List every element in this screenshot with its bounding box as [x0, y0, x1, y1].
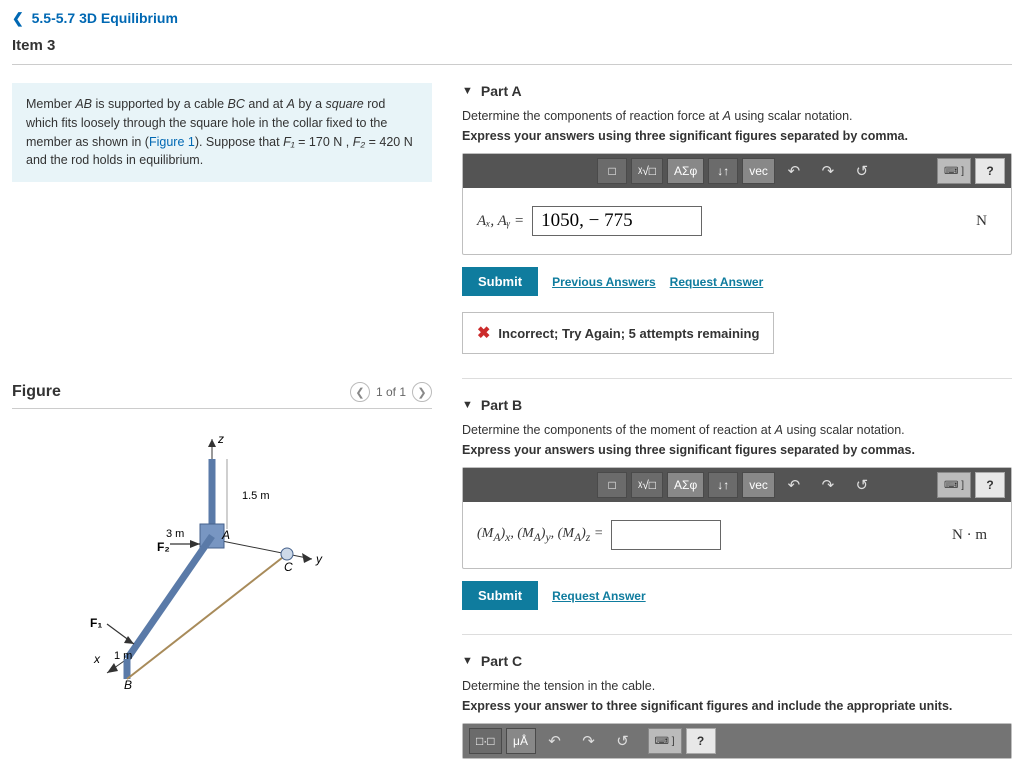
svg-text:3 m: 3 m — [166, 528, 184, 540]
svg-text:x: x — [93, 652, 101, 666]
keyboard-button[interactable]: ⌨ ] — [937, 472, 971, 498]
redo-button[interactable]: ↷ — [813, 158, 843, 184]
help-button[interactable]: ? — [975, 472, 1005, 498]
svg-text:A: A — [221, 528, 230, 542]
keyboard-button[interactable]: ⌨ ] — [937, 158, 971, 184]
divider — [12, 64, 1012, 65]
undo-button[interactable]: ↶ — [779, 158, 809, 184]
part-b-title: Part B — [481, 397, 522, 413]
caret-down-icon: ▼ — [462, 399, 473, 411]
reset-button[interactable]: ↺ — [847, 158, 877, 184]
undo-button[interactable]: ↶ — [540, 728, 570, 754]
template-button[interactable]: □ — [597, 158, 627, 184]
problem-intro: Member AB is supported by a cable BC and… — [12, 83, 432, 182]
part-a-input[interactable] — [532, 206, 702, 236]
svg-text:y: y — [315, 552, 323, 566]
part-b-label: (MA)x, (MA)y, (MA)z = — [477, 526, 603, 544]
chevron-left-icon: ❮ — [12, 10, 24, 26]
svg-text:B: B — [124, 678, 132, 689]
part-a-feedback: ✖ Incorrect; Try Again; 5 attempts remai… — [462, 312, 774, 354]
greek-button[interactable]: ΑΣφ — [667, 158, 704, 184]
subsuper-button[interactable]: ↓↑ — [708, 158, 738, 184]
figure-prev-button[interactable]: ❮ — [350, 382, 370, 402]
reset-button[interactable]: ↺ — [608, 728, 638, 754]
breadcrumb-text: 5.5-5.7 3D Equilibrium — [32, 10, 178, 26]
keyboard-button[interactable]: ⌨ ] — [648, 728, 682, 754]
part-a-prompt: Determine the components of reaction for… — [462, 109, 1012, 123]
svg-text:C: C — [284, 560, 293, 574]
svg-text:F₂: F₂ — [157, 540, 170, 554]
divider — [462, 634, 1012, 635]
subsuper-button[interactable]: ↓↑ — [708, 472, 738, 498]
breadcrumb-link[interactable]: ❮ 5.5-5.7 3D Equilibrium — [0, 0, 1024, 31]
part-a-title: Part A — [481, 83, 522, 99]
redo-button[interactable]: ↷ — [574, 728, 604, 754]
item-title: Item 3 — [0, 31, 1024, 64]
svg-text:1 m: 1 m — [114, 650, 132, 662]
part-b-submit-button[interactable]: Submit — [462, 581, 538, 610]
part-b-request-answer-link[interactable]: Request Answer — [552, 589, 646, 603]
divider — [462, 378, 1012, 379]
caret-down-icon: ▼ — [462, 655, 473, 667]
vec-button[interactable]: vec — [742, 472, 775, 498]
greek-button[interactable]: ΑΣφ — [667, 472, 704, 498]
part-a-label: Aₓ, Aᵧ = — [477, 213, 524, 230]
part-a-request-answer-link[interactable]: Request Answer — [670, 275, 764, 289]
units-symbols-button[interactable]: μÅ — [506, 728, 536, 754]
incorrect-icon: ✖ — [477, 323, 490, 343]
vec-button[interactable]: vec — [742, 158, 775, 184]
sqrt-button[interactable]: ᵡ√□ — [631, 472, 663, 498]
part-a-toggle[interactable]: ▼ Part A — [462, 83, 1012, 99]
part-a-submit-button[interactable]: Submit — [462, 267, 538, 296]
equation-toolbar-a: □ ᵡ√□ ΑΣφ ↓↑ vec ↶ ↷ ↺ ⌨ ] ? — [463, 154, 1011, 188]
part-a-previous-answers-link[interactable]: Previous Answers — [552, 275, 656, 289]
undo-button[interactable]: ↶ — [779, 472, 809, 498]
part-b-toggle[interactable]: ▼ Part B — [462, 397, 1012, 413]
units-template-button[interactable]: □·□ — [469, 728, 502, 754]
reset-button[interactable]: ↺ — [847, 472, 877, 498]
figure-pager-text: 1 of 1 — [376, 385, 406, 399]
part-b-input[interactable] — [611, 520, 721, 550]
part-c-instructions: Express your answer to three significant… — [462, 699, 1012, 713]
figure-heading: Figure — [12, 383, 61, 401]
part-b-prompt: Determine the components of the moment o… — [462, 423, 1012, 437]
part-a-instructions: Express your answers using three signifi… — [462, 129, 1012, 143]
part-b-unit: N · m — [952, 527, 997, 544]
figure-next-button[interactable]: ❯ — [412, 382, 432, 402]
part-c-toggle[interactable]: ▼ Part C — [462, 653, 1012, 669]
figure-diagram: z y x — [12, 429, 432, 689]
caret-down-icon: ▼ — [462, 85, 473, 97]
svg-text:F₁: F₁ — [90, 616, 102, 630]
help-button[interactable]: ? — [686, 728, 716, 754]
svg-text:z: z — [217, 432, 224, 446]
template-button[interactable]: □ — [597, 472, 627, 498]
svg-text:1.5 m: 1.5 m — [242, 490, 270, 502]
figure-ref-link[interactable]: Figure 1 — [149, 135, 195, 149]
part-c-title: Part C — [481, 653, 522, 669]
equation-toolbar-b: □ ᵡ√□ ΑΣφ ↓↑ vec ↶ ↷ ↺ ⌨ ] ? — [463, 468, 1011, 502]
redo-button[interactable]: ↷ — [813, 472, 843, 498]
part-b-instructions: Express your answers using three signifi… — [462, 443, 1012, 457]
part-a-unit: N — [976, 213, 997, 230]
help-button[interactable]: ? — [975, 158, 1005, 184]
sqrt-button[interactable]: ᵡ√□ — [631, 158, 663, 184]
units-toolbar-c: □·□ μÅ ↶ ↷ ↺ ⌨ ] ? — [463, 724, 1011, 758]
part-c-prompt: Determine the tension in the cable. — [462, 679, 1012, 693]
